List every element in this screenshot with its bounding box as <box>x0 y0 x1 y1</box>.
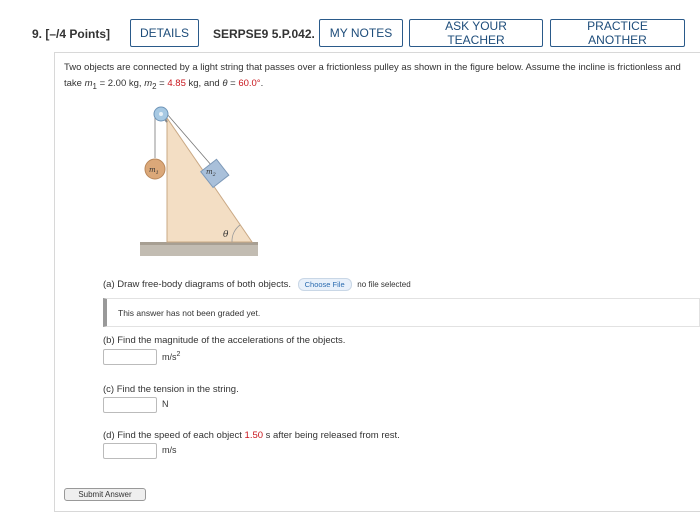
m2-unit: kg, and <box>185 78 223 89</box>
m2-value: 4.85 <box>167 78 186 89</box>
choose-file-button[interactable]: Choose File <box>297 278 352 291</box>
graded-status-box: This answer has not been graded yet. <box>103 298 700 327</box>
m1-value: = 2.00 kg, <box>96 78 145 89</box>
part-b-question: (b) Find the magnitude of the accelerati… <box>103 335 346 346</box>
incline-pulley-figure: θ m1 m2 <box>140 106 258 256</box>
part-d-question: (d) Find the speed of each object 1.50 s… <box>103 430 400 441</box>
part-d-text-1: (d) Find the speed of each object <box>103 430 245 441</box>
problem-end: . <box>260 78 264 89</box>
part-a-row: (a) Draw free-body diagrams of both obje… <box>103 278 411 291</box>
ask-teacher-button[interactable]: ASK YOUR TEACHER <box>409 19 543 47</box>
details-button[interactable]: DETAILS <box>130 19 199 47</box>
acceleration-unit-sup: 2 <box>176 351 181 358</box>
problem-statement: Two objects are connected by a light str… <box>64 60 684 95</box>
speed-input[interactable] <box>103 443 157 459</box>
no-file-label: no file selected <box>357 280 411 289</box>
m2-equals: = <box>156 78 168 89</box>
pulley-axle <box>159 112 163 116</box>
theta-value: 60.0° <box>238 78 261 89</box>
theta-label: θ <box>223 230 229 240</box>
acceleration-unit: m/s2 <box>162 351 180 362</box>
points-label: [–/4 Points] <box>45 27 111 41</box>
speed-unit: m/s <box>162 445 177 455</box>
m1-symbol: m <box>84 78 93 89</box>
graded-message: This answer has not been graded yet. <box>118 308 261 318</box>
part-a-question: (a) Draw free-body diagrams of both obje… <box>103 279 291 291</box>
acceleration-unit-text: m/s <box>162 352 177 362</box>
practice-another-button[interactable]: PRACTICE ANOTHER <box>550 19 685 47</box>
submit-answer-button[interactable]: Submit Answer <box>64 488 146 501</box>
question-number-points: 9. [–/4 Points] <box>32 27 110 41</box>
m2-symbol: m <box>144 78 153 89</box>
question-number: 9. <box>32 27 43 41</box>
my-notes-button[interactable]: MY NOTES <box>319 19 403 47</box>
theta-equals: = <box>227 78 239 89</box>
part-c-question: (c) Find the tension in the string. <box>103 384 239 395</box>
part-d-text-2: s after being released from rest. <box>263 430 400 441</box>
question-id: SERPSE9 5.P.042. <box>213 27 315 41</box>
time-value: 1.50 <box>244 430 264 441</box>
acceleration-input[interactable] <box>103 349 157 365</box>
tension-input[interactable] <box>103 397 157 413</box>
tension-unit: N <box>162 399 169 409</box>
